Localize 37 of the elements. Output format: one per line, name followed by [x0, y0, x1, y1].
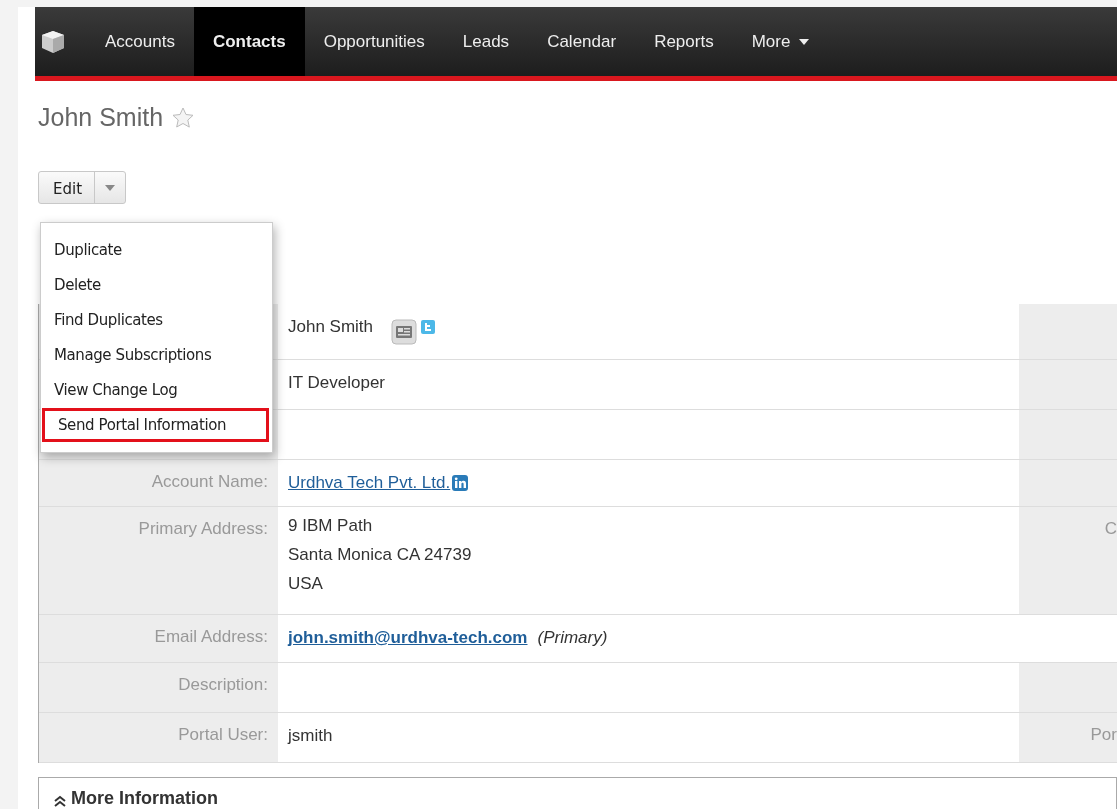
field-label: Primary Address:	[138, 519, 268, 538]
email-note: (Primary)	[537, 627, 608, 649]
account-link[interactable]: Urdhva Tech Pvt. Ltd.	[288, 470, 451, 496]
nav-tab[interactable]: Leads	[443, 7, 529, 76]
nav-tab[interactable]: Contacts	[193, 7, 305, 76]
menu-item[interactable]: Send Portal Information	[42, 408, 269, 442]
nav-tab[interactable]: Opportunities	[304, 7, 444, 76]
email-link[interactable]: john.smith@urdhva-tech.com	[288, 625, 528, 651]
linkedin-icon[interactable]	[452, 475, 469, 491]
menu-item[interactable]: Manage Subscriptions	[41, 338, 272, 373]
field-value: jsmith	[288, 725, 333, 747]
record-title: John Smith	[38, 103, 164, 132]
field-label: Por	[1090, 725, 1117, 744]
field-label: Email Address:	[154, 627, 268, 646]
vcard-icon[interactable]	[391, 318, 418, 345]
cube-logo-icon[interactable]	[40, 28, 66, 55]
field-label: Portal User:	[178, 725, 268, 744]
menu-item[interactable]: Delete	[41, 268, 272, 303]
field-label: Account Name:	[151, 472, 268, 491]
field-value: IT Developer	[288, 372, 385, 394]
field-label: Description:	[178, 675, 268, 694]
field-label: C	[1104, 519, 1117, 538]
nav-tab[interactable]: Accounts	[86, 7, 194, 76]
more-menu[interactable]: More	[732, 7, 829, 76]
menu-item[interactable]: Find Duplicates	[41, 303, 272, 338]
chevron-up-icon[interactable]	[53, 794, 67, 808]
nav-tab[interactable]: Calendar	[528, 7, 636, 76]
star-icon[interactable]	[171, 105, 196, 130]
menu-item[interactable]: Duplicate	[41, 233, 272, 268]
nav-tab[interactable]: Reports	[635, 7, 733, 76]
panel-title[interactable]: More Information	[71, 788, 218, 809]
address-text: 9 IBM Path Santa Monica CA 24739 USA	[288, 515, 472, 595]
caret-icon	[105, 184, 116, 191]
caret-icon	[799, 38, 810, 45]
menu-item[interactable]: View Change Log	[41, 373, 272, 408]
twitter-icon[interactable]	[421, 320, 436, 334]
contact-name: John Smith	[288, 316, 374, 338]
